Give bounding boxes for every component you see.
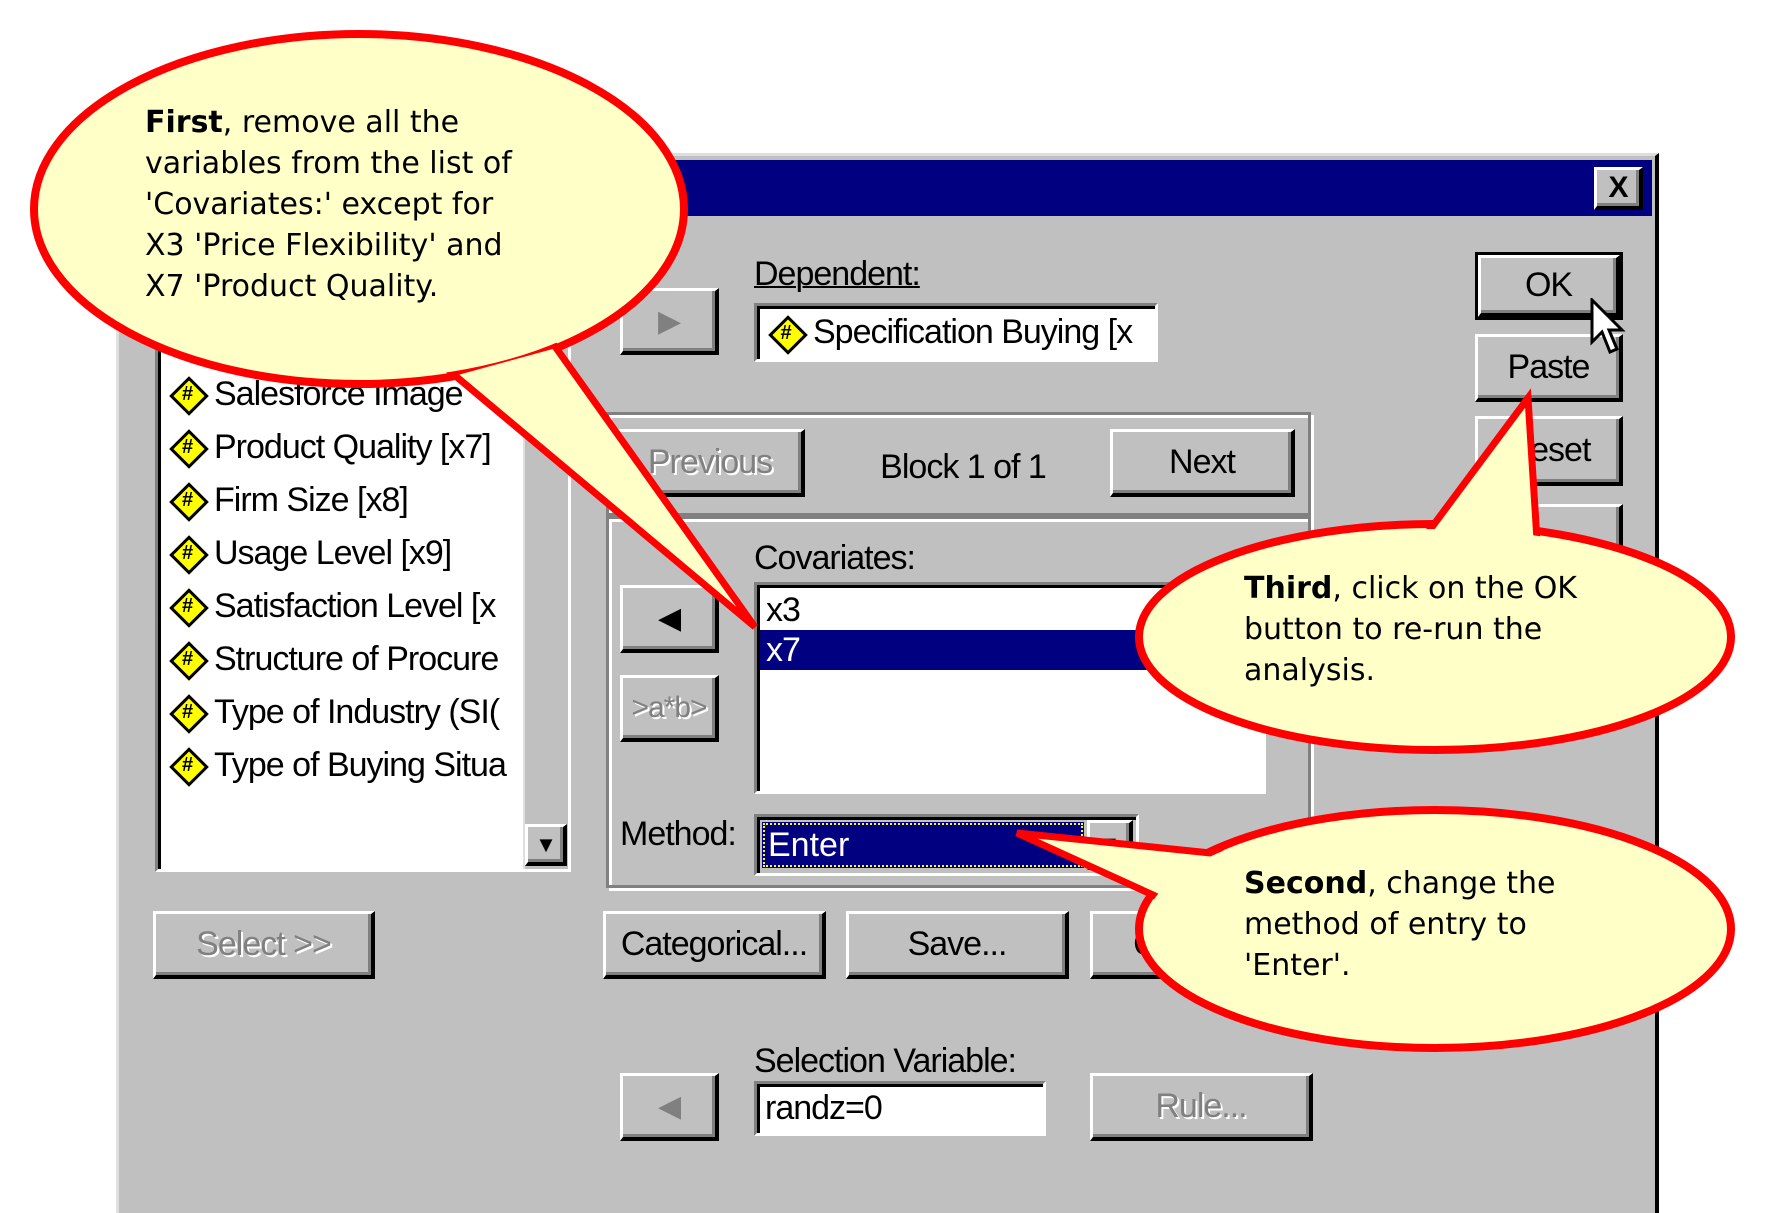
callout-text: 'Enter'.: [1244, 948, 1351, 983]
callout-bold: Third: [1244, 571, 1333, 606]
callout-line: First, remove all the: [145, 102, 512, 143]
callout-bold: First: [145, 105, 223, 140]
callout-line: button to re-run the: [1244, 609, 1577, 650]
callout-text: method of entry to: [1244, 907, 1527, 942]
callout-line: Third, click on the OK: [1244, 568, 1577, 609]
callout-text: X7 'Product Quality.: [145, 269, 439, 304]
callout-line: X7 'Product Quality.: [145, 266, 512, 307]
callout-line: Second, change the: [1244, 863, 1555, 904]
callout-text: variables from the list of: [145, 146, 512, 181]
callout-line: variables from the list of: [145, 143, 512, 184]
callout-bold: Second: [1244, 866, 1368, 901]
callout-text: , change the: [1367, 866, 1556, 901]
callout-line: X3 'Price Flexibility' and: [145, 225, 512, 266]
callout-first: First, remove all the variables from the …: [145, 102, 512, 307]
callout-text: button to re-run the: [1244, 612, 1543, 647]
callout-text: , click on the OK: [1332, 571, 1577, 606]
callout-line: 'Enter'.: [1244, 945, 1555, 986]
callout-line: 'Covariates:' except for: [145, 184, 512, 225]
callout-third: Third, click on the OK button to re-run t…: [1244, 568, 1577, 691]
callout-text: 'Covariates:' except for: [145, 187, 494, 222]
callout-line: method of entry to: [1244, 904, 1555, 945]
callout-text: X3 'Price Flexibility' and: [145, 228, 503, 263]
callout-line: analysis.: [1244, 650, 1577, 691]
callout-text: , remove all the: [222, 105, 460, 140]
callout-text: analysis.: [1244, 653, 1376, 688]
callout-second: Second, change the method of entry to 'Ent…: [1244, 863, 1555, 986]
